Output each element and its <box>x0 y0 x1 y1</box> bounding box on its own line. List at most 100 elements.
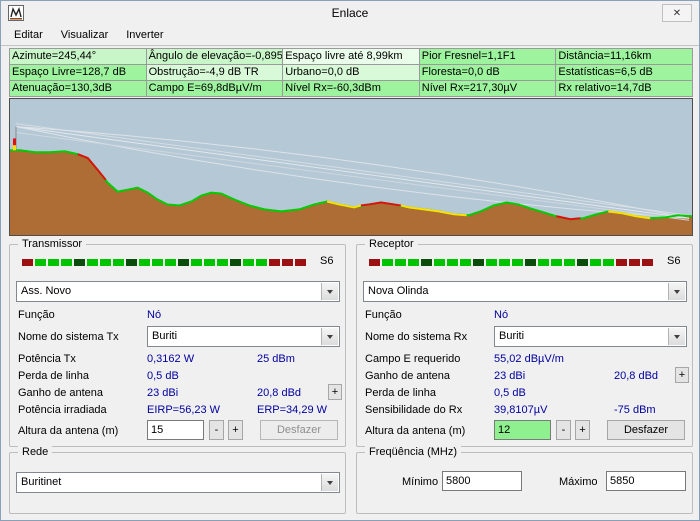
rx-site-selected: Nova Olinda <box>368 285 429 297</box>
menu-item-visualizar[interactable]: Visualizar <box>52 26 118 44</box>
meter-segment <box>382 259 393 266</box>
meter-segment <box>590 259 601 266</box>
status-cell: Espaço Livre=128,7 dB <box>10 65 147 81</box>
tx-height-decrease-button[interactable]: - <box>209 420 224 440</box>
rx-site-select[interactable]: Nova Olinda <box>363 281 687 302</box>
meter-segment <box>61 259 72 266</box>
meter-segment <box>434 259 445 266</box>
meter-segment <box>178 259 189 266</box>
rx-sensitivity-dbm: -75 dBm <box>614 404 656 416</box>
meter-segment <box>499 259 510 266</box>
network-selected: Buritinet <box>21 476 61 488</box>
meter-segment <box>486 259 497 266</box>
status-cell: Atenuação=130,3dB <box>10 81 147 97</box>
rx-antenna-height-input[interactable] <box>494 420 551 440</box>
link-window: Enlace ✕ Editar Visualizar Inverter Azim… <box>0 0 700 521</box>
tx-role-label: Função <box>18 309 55 321</box>
tx-line-loss-label: Perda de linha <box>18 370 89 382</box>
meter-segment <box>48 259 59 266</box>
rx-sensitivity-label: Sensibilidade do Rx <box>365 404 462 416</box>
transmitter-legend: Transmissor <box>18 237 86 251</box>
frequency-max-label: Máximo <box>559 476 598 488</box>
frequency-legend: Freqüência (MHz) <box>365 445 461 459</box>
status-cell: Floresta=0,0 dB <box>420 65 557 81</box>
elevation-profile-chart <box>9 98 693 236</box>
tx-signal-meter <box>22 259 306 266</box>
title-bar: Enlace ✕ <box>1 1 699 25</box>
meter-segment <box>447 259 458 266</box>
rx-line-loss-label: Perda de linha <box>365 387 436 399</box>
rx-antenna-gain-dbd: 20,8 dBd <box>614 370 658 382</box>
tx-site-selected: Ass. Novo <box>21 285 71 297</box>
elevation-profile-svg <box>10 99 692 235</box>
meter-segment <box>22 259 33 266</box>
menu-item-inverter[interactable]: Inverter <box>117 26 172 44</box>
meter-segment <box>295 259 306 266</box>
rx-system-selected: Buriti <box>499 330 524 342</box>
rx-height-decrease-button[interactable]: - <box>556 420 571 440</box>
chevron-down-icon <box>668 283 685 300</box>
meter-segment <box>512 259 523 266</box>
receiver-legend: Receptor <box>365 237 418 251</box>
tx-power-watts: 0,3162 W <box>147 353 194 365</box>
rx-signal-meter <box>369 259 653 266</box>
chevron-down-icon <box>668 328 685 345</box>
tx-undo-button[interactable]: Desfazer <box>260 420 338 440</box>
meter-segment <box>551 259 562 266</box>
tx-power-label: Potência Tx <box>18 353 76 365</box>
freq-max-input[interactable] <box>606 471 686 491</box>
rx-signal-level: S6 <box>667 255 680 267</box>
freq-min-input[interactable] <box>442 471 522 491</box>
meter-segment <box>87 259 98 266</box>
meter-segment <box>217 259 228 266</box>
meter-segment <box>139 259 150 266</box>
tx-role-value: Nó <box>147 309 161 321</box>
tx-site-select[interactable]: Ass. Novo <box>16 281 340 302</box>
network-select[interactable]: Buritinet <box>16 472 340 493</box>
rx-role-value: Nó <box>494 309 508 321</box>
rx-system-select[interactable]: Buriti <box>494 326 687 347</box>
chevron-down-icon <box>321 474 338 491</box>
tx-system-select[interactable]: Buriti <box>147 326 340 347</box>
meter-segment <box>191 259 202 266</box>
meter-segment <box>113 259 124 266</box>
rx-role-label: Função <box>365 309 402 321</box>
status-cell: Ângulo de elevação=-0,895° <box>147 49 284 65</box>
network-panel: Rede Buritinet <box>9 452 346 514</box>
rx-efield-value: 55,02 dBµV/m <box>494 353 564 365</box>
tx-antenna-height-input[interactable] <box>147 420 204 440</box>
rx-undo-button[interactable]: Desfazer <box>607 420 685 440</box>
menu-bar: Editar Visualizar Inverter <box>1 25 699 46</box>
rx-height-increase-button[interactable]: + <box>575 420 590 440</box>
meter-segment <box>473 259 484 266</box>
meter-segment <box>421 259 432 266</box>
network-legend: Rede <box>18 445 52 459</box>
meter-segment <box>616 259 627 266</box>
meter-segment <box>126 259 137 266</box>
status-cell: Nível Rx=217,30µV <box>420 81 557 97</box>
meter-segment <box>603 259 614 266</box>
meter-segment <box>538 259 549 266</box>
status-cell: Espaço livre até 8,99km <box>283 49 420 65</box>
meter-segment <box>74 259 85 266</box>
status-cell: Obstrução=-4,9 dB TR <box>147 65 284 81</box>
menu-item-editar[interactable]: Editar <box>5 26 52 44</box>
status-cell: Distância=11,16km <box>556 49 693 65</box>
tx-eirp-value: EIRP=56,23 W <box>147 404 220 416</box>
meter-segment <box>282 259 293 266</box>
meter-segment <box>230 259 241 266</box>
tx-signal-level: S6 <box>320 255 333 267</box>
tx-power-dbm: 25 dBm <box>257 353 295 365</box>
status-cell: Azimute=245,44° <box>10 49 147 65</box>
rx-sensitivity-uv: 39,8107µV <box>494 404 547 416</box>
status-cell: Nível Rx=-60,3dBm <box>283 81 420 97</box>
rx-antenna-gain-label: Ganho de antena <box>365 370 450 382</box>
rx-gain-plus-button[interactable]: + <box>675 367 689 383</box>
status-cell: Campo E=69,8dBµV/m <box>147 81 284 97</box>
tx-gain-plus-button[interactable]: + <box>328 384 342 400</box>
status-cell: Estatísticas=6,5 dB <box>556 65 693 81</box>
tx-radiated-label: Potência irradiada <box>18 404 107 416</box>
status-cell: Rx relativo=14,7dB <box>556 81 693 97</box>
close-button[interactable]: ✕ <box>662 4 692 22</box>
tx-height-increase-button[interactable]: + <box>228 420 243 440</box>
